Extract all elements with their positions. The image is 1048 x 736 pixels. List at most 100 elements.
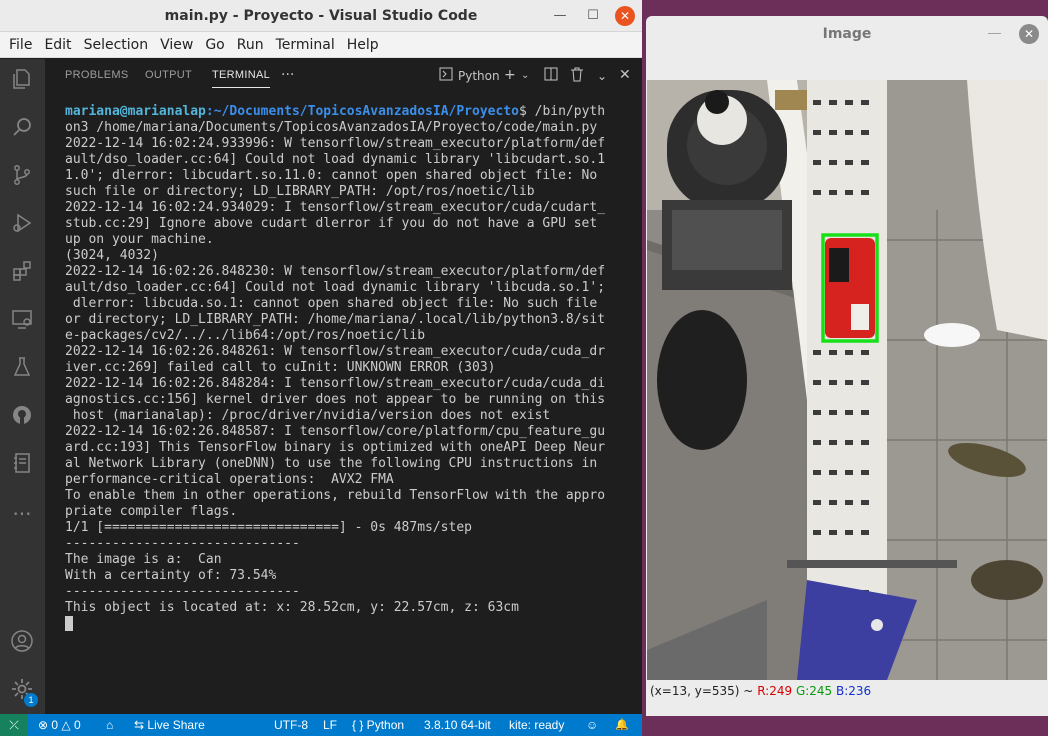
terminal-line: ault/dso_loader.cc:64] Could not load dy…	[65, 152, 606, 167]
image-close-button[interactable]: ✕	[1019, 24, 1039, 44]
notifications-bell-icon[interactable]: 🔔	[615, 718, 629, 731]
pixel-info: (x=13, y=535) ~ R:249 G:245 B:236	[650, 684, 871, 698]
terminal-line: e-packages/cv2/../../lib64:/opt/ros/noet…	[65, 328, 426, 343]
camera-image[interactable]	[647, 80, 1047, 680]
terminal-line: The image is a: Can	[65, 552, 222, 567]
pixel-coords: (x=13, y=535) ~	[650, 684, 754, 698]
panel-tab-bar: PROBLEMS OUTPUT TERMINAL ··· Python + ⌄ …	[45, 59, 642, 95]
terminal-line: This object is located at: x: 28.52cm, y…	[65, 600, 519, 615]
run-debug-icon[interactable]	[7, 211, 37, 241]
trash-icon[interactable]	[570, 67, 584, 86]
terminal-line: agnostics.cc:156] kernel driver does not…	[65, 392, 606, 407]
prompt-path: :~/Documents/TopicosAvanzadosIA/Proyecto	[205, 104, 519, 119]
menu-view[interactable]: View	[154, 37, 199, 53]
terminal-line: 1.0'; dlerror: libcudart.so.11.0: cannot…	[65, 168, 598, 183]
live-share-button[interactable]: ⇆ Live Share	[134, 718, 205, 732]
home-icon[interactable]: ⌂	[106, 718, 113, 732]
menu-edit[interactable]: Edit	[38, 37, 77, 53]
explorer-icon[interactable]	[7, 67, 37, 97]
feedback-icon[interactable]: ☺	[586, 718, 598, 732]
menu-go[interactable]: Go	[199, 37, 230, 53]
terminal-line: To enable them in other operations, rebu…	[65, 488, 606, 503]
terminal-line: 1/1 [==============================] - 0…	[65, 520, 472, 535]
maximize-panel-icon[interactable]: ⌄	[597, 69, 607, 83]
close-panel-icon[interactable]: ✕	[619, 67, 631, 83]
terminal-profile-label[interactable]: Python	[458, 69, 500, 83]
terminal-line: With a certainty of: 73.54%	[65, 568, 277, 583]
terminal-line: ard.cc:193] This TensorFlow binary is op…	[65, 440, 606, 455]
account-icon[interactable]	[7, 629, 37, 659]
remote-indicator-icon[interactable]: ⤫	[0, 714, 28, 736]
terminal-line: such file or directory; LD_LIBRARY_PATH:…	[65, 184, 535, 199]
terminal-cursor	[65, 616, 73, 631]
tab-terminal[interactable]: TERMINAL	[212, 69, 271, 88]
window-title: main.py - Proyecto - Visual Studio Code	[164, 8, 478, 24]
terminal-line: ------------------------------	[65, 584, 300, 599]
source-control-icon[interactable]	[7, 163, 37, 193]
new-terminal-icon[interactable]: +	[504, 67, 516, 83]
menu-file[interactable]: File	[3, 37, 38, 53]
image-window: Image — ✕ (x=13, y=535) ~ R:249 G:245 B:…	[646, 16, 1048, 716]
prompt-command: $ /bin/pyth	[518, 104, 606, 119]
python-interpreter[interactable]: 3.8.10 64-bit	[424, 718, 491, 732]
terminal-line: iver.cc:269] failed call to cuInit: UNKN…	[65, 360, 496, 375]
maximize-button[interactable]: ☐	[583, 6, 603, 26]
testing-icon[interactable]	[7, 355, 37, 385]
language-mode[interactable]: { } Python	[352, 718, 404, 732]
terminal-line: (3024, 4032)	[65, 248, 159, 263]
kite-status[interactable]: kite: ready	[509, 718, 564, 732]
vscode-titlebar: main.py - Proyecto - Visual Studio Code …	[0, 0, 642, 32]
terminal-line: priate compiler flags.	[65, 504, 238, 519]
terminal-line: ------------------------------	[65, 536, 300, 551]
menu-help[interactable]: Help	[341, 37, 385, 53]
terminal-cursor-line	[65, 616, 605, 633]
close-button[interactable]: ✕	[615, 6, 635, 26]
terminal-prompt-line: mariana@marianalap:~/Documents/TopicosAv…	[65, 104, 605, 120]
terminal-profile-icon	[439, 67, 453, 85]
terminal-line: 2022-12-14 16:02:26.848230: W tensorflow…	[65, 264, 606, 279]
terminal-line: ault/dso_loader.cc:64] Could not load dy…	[65, 280, 606, 295]
terminal-line: or directory; LD_LIBRARY_PATH: /home/mar…	[65, 312, 606, 327]
more-actions-icon[interactable]: ···	[281, 67, 294, 83]
menu-run[interactable]: Run	[231, 37, 270, 53]
activity-bar: ··· 1	[0, 59, 45, 714]
terminal-line: up on your machine.	[65, 232, 214, 247]
terminal-output[interactable]: mariana@marianalap:~/Documents/TopicosAv…	[65, 104, 605, 633]
extensions-icon[interactable]	[7, 259, 37, 289]
encoding-indicator[interactable]: UTF-8	[274, 718, 308, 732]
terminal-line: 2022-12-14 16:02:24.933996: W tensorflow…	[65, 136, 606, 151]
terminal-line: al Network Library (oneDNN) to use the f…	[65, 456, 598, 471]
terminal-line: 2022-12-14 16:02:26.848261: W tensorflow…	[65, 344, 606, 359]
terminal-line: performance-critical operations: AVX2 FM…	[65, 472, 394, 487]
status-bar: ⤫ ⊗ 0 △ 0 ⌂ ⇆ Live Share UTF-8 LF { } Py…	[0, 714, 642, 736]
pixel-red: R:249	[757, 684, 793, 698]
image-minimize-button[interactable]: —	[988, 25, 1001, 40]
terminal-line: dlerror: libcuda.so.1: cannot open share…	[65, 296, 598, 311]
eol-indicator[interactable]: LF	[323, 718, 337, 732]
tab-output[interactable]: OUTPUT	[145, 69, 192, 81]
terminal-line: 2022-12-14 16:02:26.848284: I tensorflow…	[65, 376, 606, 391]
search-icon[interactable]	[7, 115, 37, 145]
vscode-window: main.py - Proyecto - Visual Studio Code …	[0, 0, 642, 736]
tab-problems[interactable]: PROBLEMS	[65, 69, 129, 81]
notebook-icon[interactable]	[7, 451, 37, 481]
problems-indicator[interactable]: ⊗ 0 △ 0	[38, 718, 81, 732]
pixel-blue: B:236	[836, 684, 872, 698]
terminal-line: 2022-12-14 16:02:24.934029: I tensorflow…	[65, 200, 606, 215]
github-icon[interactable]	[7, 403, 37, 433]
prompt-user: mariana@marianalap	[65, 104, 206, 119]
remote-explorer-icon[interactable]	[7, 307, 37, 337]
terminal-dropdown-icon[interactable]: ⌄	[521, 70, 529, 81]
menu-terminal[interactable]: Terminal	[270, 37, 341, 53]
terminal-line: stub.cc:29] Ignore above cudart dlerror …	[65, 216, 598, 231]
more-icon[interactable]: ···	[7, 499, 37, 529]
terminal-line: host (marianalap): /proc/driver/nvidia/v…	[65, 408, 551, 423]
minimize-button[interactable]: —	[550, 6, 570, 26]
pixel-green: G:245	[795, 684, 833, 698]
terminal-panel: PROBLEMS OUTPUT TERMINAL ··· Python + ⌄ …	[45, 59, 642, 714]
split-terminal-icon[interactable]	[544, 67, 558, 85]
menu-bar: File Edit Selection View Go Run Terminal…	[0, 32, 642, 58]
menu-selection[interactable]: Selection	[78, 37, 155, 53]
settings-badge: 1	[24, 693, 38, 707]
terminal-line: 2022-12-14 16:02:26.848587: I tensorflow…	[65, 424, 606, 439]
